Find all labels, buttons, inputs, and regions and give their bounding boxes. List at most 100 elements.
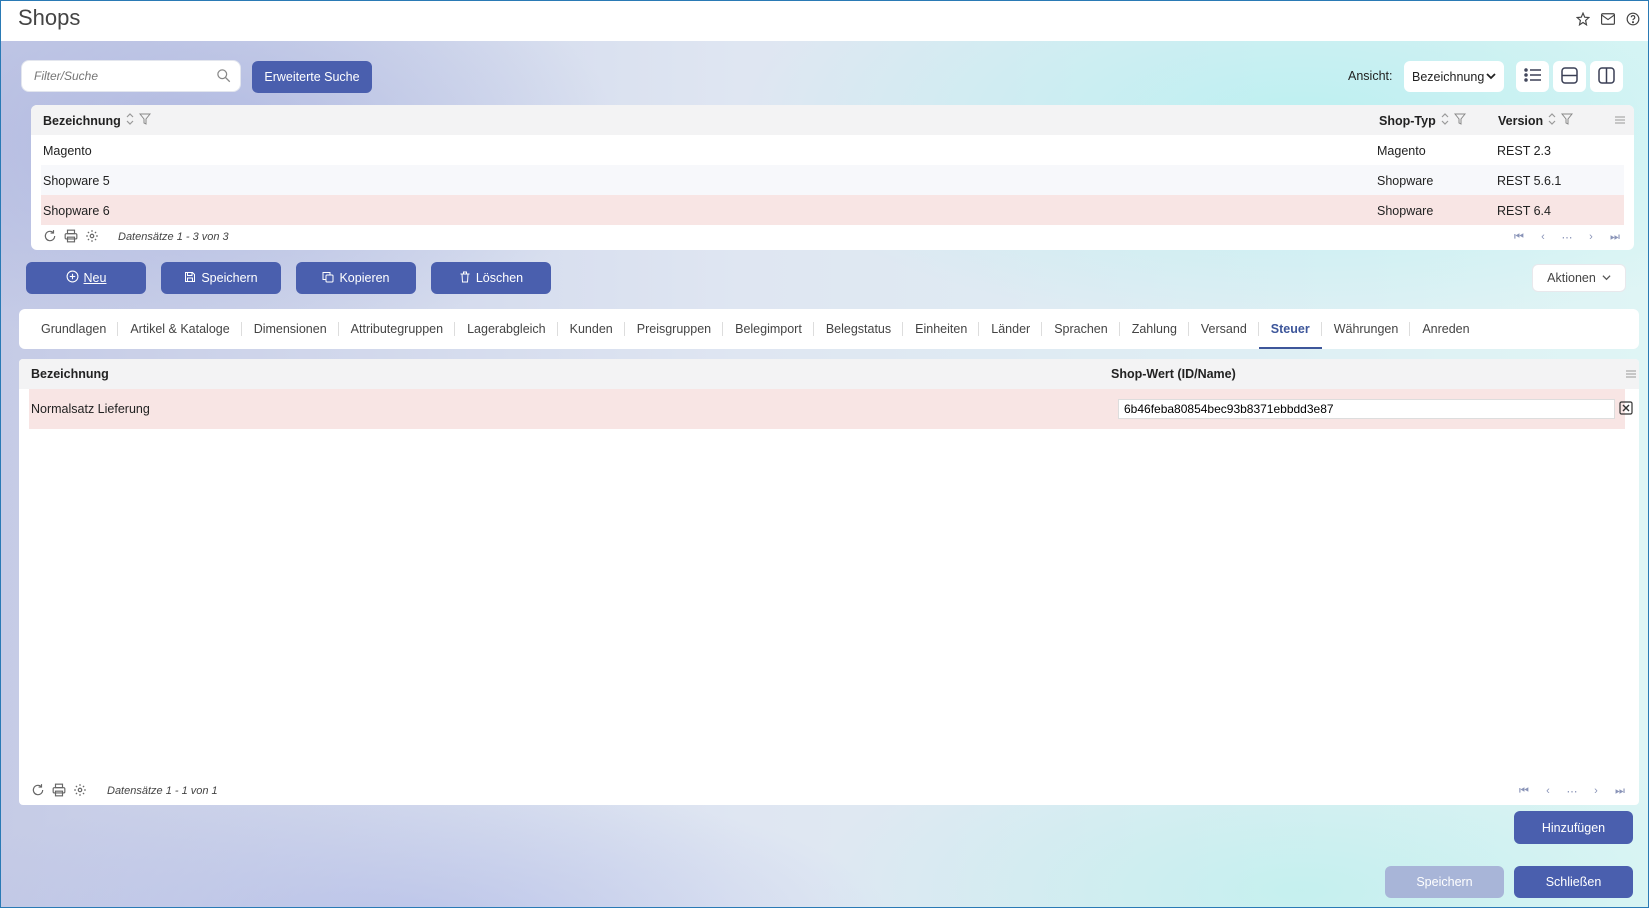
tab-länder[interactable]: Länder <box>979 309 1043 349</box>
cell-name: Normalsatz Lieferung <box>31 402 150 416</box>
last-page-icon[interactable]: ⏭ <box>1613 784 1627 798</box>
settings-gear-icon[interactable] <box>85 229 100 244</box>
table-row-selected[interactable]: Shopware 6 Shopware REST 6.4 <box>41 195 1624 225</box>
chevron-down-icon <box>1602 271 1611 285</box>
prev-page-icon[interactable]: ‹ <box>1541 784 1555 798</box>
tab-artikel-kataloge[interactable]: Artikel & Kataloge <box>118 309 243 349</box>
tab-preisgruppen[interactable]: Preisgruppen <box>625 309 724 349</box>
new-button-label: Neu <box>83 271 107 285</box>
column-shop-value-header[interactable]: Shop-Wert (ID/Name) <box>1111 367 1236 381</box>
print-icon[interactable] <box>52 783 67 798</box>
filter-icon[interactable] <box>1561 113 1574 128</box>
trash-icon <box>459 271 471 286</box>
table-row[interactable]: Shopware 5 Shopware REST 5.6.1 <box>41 165 1624 195</box>
tab-belegstatus[interactable]: Belegstatus <box>814 309 904 349</box>
vertical-split-button[interactable] <box>1590 61 1623 92</box>
list-view-button[interactable] <box>1516 61 1549 92</box>
shops-grid-header: Bezeichnung Shop-Typ Version <box>31 105 1634 135</box>
tab-attributegruppen[interactable]: Attributegruppen <box>339 309 456 349</box>
tab-währungen[interactable]: Währungen <box>1322 309 1411 349</box>
refresh-icon[interactable] <box>31 783 46 798</box>
cell-type: Shopware <box>1377 204 1434 218</box>
cell-type: Magento <box>1377 144 1426 158</box>
actions-dropdown[interactable]: Aktionen <box>1532 264 1626 292</box>
tax-grid: Bezeichnung Shop-Wert (ID/Name) Normalsa… <box>19 359 1639 805</box>
next-page-icon[interactable]: › <box>1589 784 1603 798</box>
copy-icon <box>322 271 334 286</box>
mail-icon[interactable] <box>1599 10 1616 27</box>
tab-lagerabgleich[interactable]: Lagerabgleich <box>455 309 558 349</box>
tab-versand[interactable]: Versand <box>1189 309 1259 349</box>
tab-steuer[interactable]: Steuer <box>1258 309 1322 349</box>
tax-grid-header: Bezeichnung Shop-Wert (ID/Name) <box>19 359 1639 389</box>
save-button[interactable]: Speichern <box>161 262 281 294</box>
print-icon[interactable] <box>64 229 79 244</box>
tab-bar: Grundlagen Artikel & Kataloge Dimensionen A… <box>19 309 1639 349</box>
advanced-search-button[interactable]: Erweiterte Suche <box>252 61 372 93</box>
tab-dimensionen[interactable]: Dimensionen <box>242 309 339 349</box>
copy-button[interactable]: Kopieren <box>296 262 416 294</box>
plus-circle-icon <box>66 270 79 286</box>
tab-anreden[interactable]: Anreden <box>1410 309 1481 349</box>
tab-zahlung[interactable]: Zahlung <box>1120 309 1190 349</box>
column-name-header[interactable]: Bezeichnung <box>43 113 151 128</box>
table-row[interactable]: Magento Magento REST 2.3 <box>41 135 1624 165</box>
refresh-icon[interactable] <box>43 229 58 244</box>
grid-footer-tools <box>31 783 88 798</box>
column-menu-icon[interactable] <box>1614 114 1626 126</box>
cell-type: Shopware <box>1377 174 1434 188</box>
tab-kunden[interactable]: Kunden <box>558 309 625 349</box>
filter-icon[interactable] <box>138 113 151 128</box>
column-name-header[interactable]: Bezeichnung <box>31 367 109 381</box>
view-select-value: Bezeichnung <box>1412 69 1485 84</box>
cell-name: Shopware 5 <box>43 174 110 188</box>
view-select[interactable]: Bezeichnung <box>1404 61 1504 92</box>
pagination: ⏮ ‹ ⋯ › ⏭ <box>1517 784 1627 798</box>
next-page-icon[interactable]: › <box>1584 230 1598 244</box>
save-disabled-button[interactable]: Speichern <box>1385 866 1504 898</box>
grid-footer-tools <box>43 229 100 244</box>
last-page-icon[interactable]: ⏭ <box>1608 230 1622 244</box>
column-version-label: Version <box>1498 113 1544 128</box>
search-box <box>21 60 241 92</box>
pagination: ⏮ ‹ ⋯ › ⏭ <box>1512 230 1622 244</box>
column-type-header[interactable]: Shop-Typ <box>1379 113 1466 128</box>
view-label: Ansicht: <box>1348 69 1393 83</box>
clear-icon[interactable] <box>1619 401 1634 416</box>
tab-sprachen[interactable]: Sprachen <box>1042 309 1120 349</box>
horizontal-split-icon <box>1561 66 1578 87</box>
save-button-label: Speichern <box>201 271 258 285</box>
sort-icon[interactable] <box>1441 113 1449 128</box>
column-name-label: Bezeichnung <box>43 113 121 128</box>
sort-icon[interactable] <box>1548 113 1556 128</box>
add-button[interactable]: Hinzufügen <box>1514 811 1633 844</box>
column-menu-icon[interactable] <box>1625 368 1637 380</box>
shop-value-input[interactable] <box>1118 399 1615 419</box>
more-pages-icon[interactable]: ⋯ <box>1565 784 1579 798</box>
tab-einheiten[interactable]: Einheiten <box>903 309 980 349</box>
close-button[interactable]: Schließen <box>1514 866 1633 898</box>
sort-icon[interactable] <box>126 113 134 128</box>
tab-grundlagen[interactable]: Grundlagen <box>29 309 119 349</box>
actions-dropdown-label: Aktionen <box>1547 271 1596 285</box>
help-icon[interactable] <box>1624 10 1641 27</box>
settings-gear-icon[interactable] <box>73 783 88 798</box>
search-icon[interactable] <box>216 68 232 84</box>
filter-icon[interactable] <box>1453 113 1466 128</box>
tab-belegimport[interactable]: Belegimport <box>723 309 814 349</box>
search-input[interactable] <box>22 61 202 91</box>
new-button[interactable]: Neu <box>26 262 146 294</box>
more-pages-icon[interactable]: ⋯ <box>1560 230 1574 244</box>
shops-grid-footer: Datensätze 1 - 3 von 3 ⏮ ‹ ⋯ › ⏭ <box>31 225 1634 250</box>
prev-page-icon[interactable]: ‹ <box>1536 230 1550 244</box>
table-row-selected[interactable]: Normalsatz Lieferung <box>29 389 1633 429</box>
first-page-icon[interactable]: ⏮ <box>1517 784 1531 798</box>
star-icon[interactable] <box>1574 10 1591 27</box>
horizontal-split-button[interactable] <box>1553 61 1586 92</box>
cell-name: Magento <box>43 144 92 158</box>
cell-version: REST 2.3 <box>1497 144 1551 158</box>
column-version-header[interactable]: Version <box>1498 113 1574 128</box>
first-page-icon[interactable]: ⏮ <box>1512 230 1526 244</box>
delete-button[interactable]: Löschen <box>431 262 551 294</box>
titlebar: Shops <box>0 0 1649 41</box>
